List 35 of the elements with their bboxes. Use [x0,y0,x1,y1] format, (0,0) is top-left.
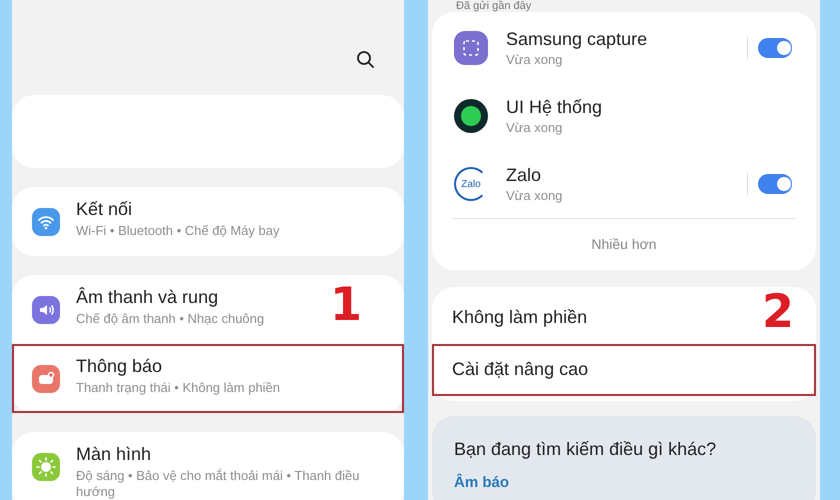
app-name: UI Hệ thống [506,96,604,118]
settings-item[interactable]: Thông báo Thanh trạng thái • Không làm phiền [12,344,404,413]
search-icon[interactable] [356,50,374,68]
step-number: 1 [330,279,362,329]
section-label: Đã gửi gần đây [455,0,532,12]
settings-item[interactable]: Cài đặt nâng cao [432,344,816,396]
speaker-icon [32,296,60,324]
dotted-frame-icon [454,31,488,65]
item-title: Kết nối [76,198,134,220]
settings-item[interactable]: Âm thanh và rung Chế độ âm thanh • Nhạc chuông 1 [12,275,404,344]
suggestion-title: Bạn đang tìm kiếm điều gì khác? [454,438,718,460]
notification-time: Vừa xong [506,52,564,68]
notification-time: Vừa xong [506,120,564,136]
item-title: Thông báo [76,355,164,377]
notification-time: Vừa xong [506,188,564,204]
item-subtitle: Chế độ âm thanh • Nhạc chuông [76,311,264,327]
app-name: Zalo [506,164,542,186]
notification-icon [32,365,60,393]
toggle-switch[interactable] [758,174,792,194]
item-subtitle: Độ sáng • Bảo vệ cho mắt thoải mái • Thanh điều hướng [76,468,360,500]
item-title: Không làm phiền [452,307,588,327]
item-title: Cài đặt nâng cao [452,359,588,379]
settings-item[interactable]: Màn hình Độ sáng • Bảo vệ cho mắt thoải mái • Thanh điều hướng [12,432,404,500]
more-link[interactable]: Nhiều hơn [432,219,816,270]
app-name: Samsung capture [506,28,648,50]
toggle-switch[interactable] [758,38,792,58]
wifi-icon [32,208,60,236]
settings-item[interactable]: Kết nối Wi-Fi • Bluetooth • Chế độ Máy bay [12,187,404,256]
item-subtitle: Thanh trạng thái • Không làm phiền [76,380,280,396]
app-icon [454,99,488,133]
item-title: Màn hình [76,443,152,465]
item-subtitle: Wi-Fi • Bluetooth • Chế độ Máy bay [76,223,280,239]
sun-icon [32,453,60,481]
suggestion-link[interactable]: Âm báo [454,474,510,491]
item-title: Âm thanh và rung [76,286,220,308]
